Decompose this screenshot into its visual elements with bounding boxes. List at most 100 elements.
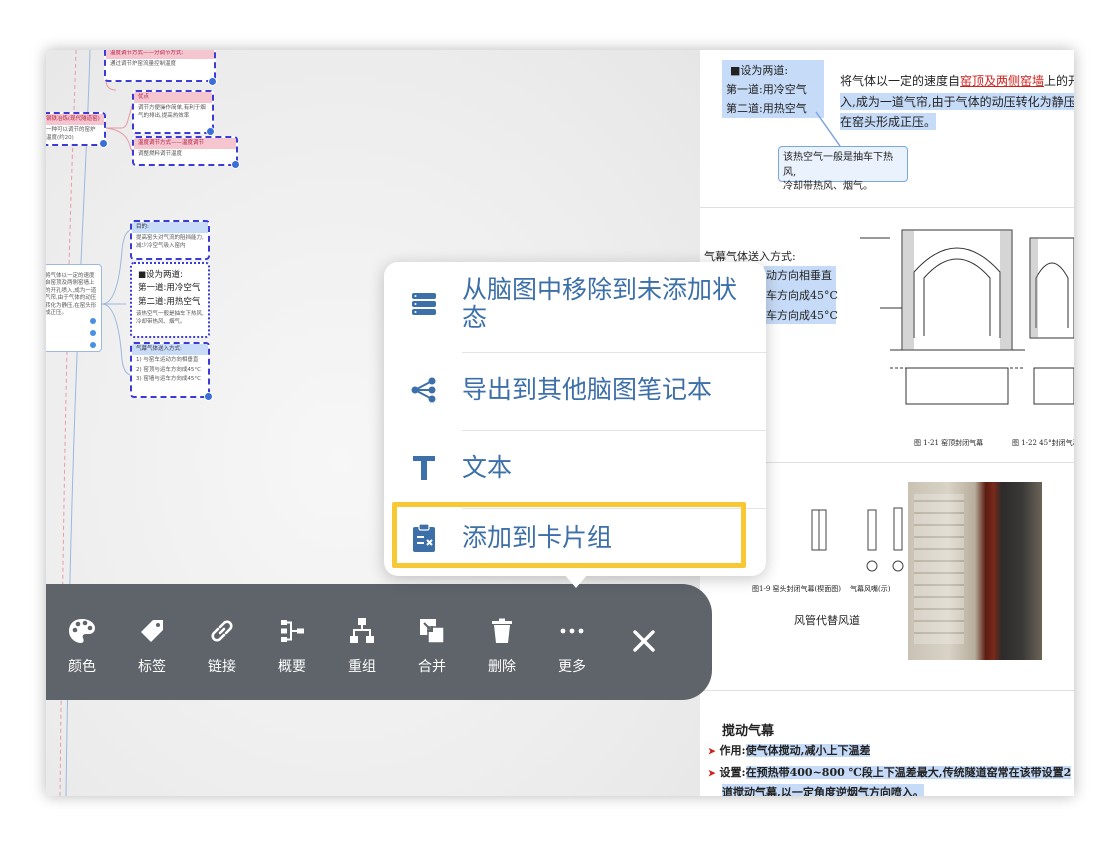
check-icon	[99, 139, 108, 148]
menu-item-remove-from-mindmap[interactable]: 从脑图中移除到未添加状态	[384, 270, 766, 338]
summary-button[interactable]: 概要	[264, 614, 320, 676]
doc-text: 动方向相垂直	[766, 269, 832, 282]
mindmap-node-two-channels[interactable]: ■设为两道: 第一道:用冷空气 第二道:用热空气 该热空气一般是抽车下热风,冷却…	[130, 262, 210, 338]
menu-divider	[462, 352, 766, 353]
merge-button[interactable]: 合并	[404, 614, 460, 676]
doc-text: 作用:	[719, 744, 746, 757]
node-body: 调整燃料调节温度	[138, 151, 183, 158]
node-title: 气幕气体送入方式:	[132, 344, 208, 356]
node-body: 提高窑头对气流的阻挡能力,减少冷空气吸入窑内	[136, 235, 204, 249]
share-nodes-icon	[410, 376, 438, 404]
menu-item-label: 导出到其他脑图笔记本	[462, 375, 713, 404]
node-line: 3) 窑墙与运车方向成45°C	[136, 376, 201, 383]
close-icon	[633, 630, 655, 652]
toolbar-label: 合并	[418, 659, 446, 675]
tag-icon	[141, 620, 163, 642]
doc-text: 车方向成45°C	[766, 289, 838, 302]
node-body: 一种可以调节的窑炉温度(约20)	[46, 127, 96, 141]
node-title: 目的:	[132, 222, 208, 234]
node-body: 调节方便操作简单,有利于烟气的排出,提高热效率	[138, 105, 206, 119]
more-button[interactable]: 更多	[544, 614, 600, 676]
menu-item-label: 从脑图中移除到未添加状态	[462, 275, 738, 332]
more-dots-icon	[560, 628, 584, 634]
doc-bullet-line: ➤ 设置:在预热带400~800 ℃段上下温差最大,传统隧道窑常在该带设置2	[708, 764, 1072, 780]
doc-text: 使气体搅动,减小上下温差	[745, 744, 871, 757]
figure-caption: 图1-9 窑头封闭气幕(楔面图)	[752, 585, 841, 593]
collapse-dot-icon[interactable]	[90, 318, 96, 324]
menu-item-label: 文本	[462, 453, 513, 482]
mindmap-node-temp-method[interactable]: 温度调节方式——分调节方式: 通过调节炉窑流量控制温度	[104, 50, 216, 82]
collapse-dot-icon[interactable]	[90, 330, 96, 336]
node-title: 温度调节方式——温度调节	[134, 138, 236, 150]
collapse-dot-icon[interactable]	[90, 342, 96, 348]
menu-item-export-mindmap[interactable]: 导出到其他脑图笔记本	[384, 360, 766, 420]
node-body: 将气体以一定的速度自窑顶及两侧窑墙上的开孔喷入,成为一道气帘,由于气体的动压转化…	[46, 273, 97, 317]
callout-line: 冷却带热风、烟气。	[783, 181, 873, 192]
node-body: 通过调节炉窑流量控制温度	[110, 61, 177, 68]
node-line: 第一道:用冷空气	[138, 283, 201, 294]
annotation-callout[interactable]: 该热空气一般是抽车下热风, 冷却带热风、烟气。	[778, 146, 908, 192]
menu-item-text[interactable]: 文本	[384, 438, 766, 498]
callout-pointer	[815, 111, 841, 147]
check-icon	[208, 77, 217, 86]
doc-text: 将气体以一定的速度自	[840, 74, 961, 88]
doc-text: 在预热带400~800 ℃段上下温差最大,传统隧道窑常在该带设置2	[745, 766, 1072, 779]
text-t-icon	[410, 454, 438, 482]
mindmap-node-purpose[interactable]: 目的: 提高窑头对气流的阻挡能力,减少冷空气吸入窑内	[130, 220, 210, 260]
app-window: 温度调节方式——分调节方式: 通过调节炉窑流量控制温度 优点 调节方便操作简单,…	[46, 50, 1074, 796]
doc-text: 第二道:用热空气	[726, 102, 807, 115]
list-stack-icon	[410, 290, 438, 318]
nozzle-drawing	[811, 507, 904, 572]
doc-text: 上的开孔	[1044, 74, 1074, 88]
doc-text-red: 窑顶及两侧窑墙	[960, 74, 1045, 88]
doc-text: 设置:	[719, 766, 746, 779]
toolbar-label: 重组	[348, 659, 376, 675]
mindmap-node-temp-type[interactable]: 温度调节方式——温度调节 调整燃料调节温度	[132, 136, 238, 166]
tag-button[interactable]: 标签	[124, 614, 180, 676]
menu-pointer	[564, 574, 588, 588]
mindmap-node-advantage[interactable]: 优点 调节方便操作简单,有利于烟气的排出,提高热效率	[132, 90, 214, 134]
doc-text: ■设为两道:	[730, 64, 789, 77]
mindmap-node-kiln[interactable]: 钢铁冶炼(现代隧道窑) 一种可以调节的窑炉温度(约20)	[46, 112, 106, 146]
figure-caption: 气幕风嘴(示)	[850, 585, 891, 593]
callout-line: 该热空气一般是抽车下热风,	[783, 152, 893, 178]
merge-icon	[420, 619, 445, 644]
page-divider	[700, 690, 1074, 691]
page-divider	[700, 207, 1074, 208]
link-icon	[211, 620, 233, 642]
check-icon	[231, 160, 240, 169]
doc-bullet-line: ➤ 作用:使气体搅动,减小上下温差	[708, 742, 871, 758]
doc-paragraph-line: 将气体以一定的速度自窑顶及两侧窑墙上的开孔	[840, 72, 1074, 89]
doc-text: 在窑头形成正压。	[840, 113, 937, 130]
trash-icon	[492, 618, 512, 643]
toolbar-label: 链接	[208, 659, 236, 675]
link-button[interactable]: 链接	[194, 614, 250, 676]
node-title: 温度调节方式——分调节方式:	[106, 50, 214, 60]
arrow-bullet-icon: ➤	[708, 769, 716, 779]
palette-icon	[69, 619, 95, 643]
kiln-photo	[908, 482, 1042, 660]
more-actions-menu: 从脑图中移除到未添加状态 导出到其他脑图笔记本 文本 添加到卡片组	[384, 262, 766, 588]
toolbar-label: 标签	[138, 659, 166, 675]
mindmap-node-curtain[interactable]: 将气体以一定的速度自窑顶及两侧窑墙上的开孔喷入,成为一道气帘,由于气体的动压转化…	[46, 264, 102, 352]
check-icon	[204, 392, 213, 401]
doc-text: 第一道:用冷空气	[726, 83, 807, 96]
toolbar-label: 概要	[278, 659, 306, 675]
close-toolbar-button[interactable]	[616, 624, 672, 658]
color-button[interactable]: 颜色	[54, 614, 110, 676]
node-line: ■设为两道:	[138, 270, 183, 280]
menu-divider	[462, 430, 766, 431]
delete-button[interactable]: 删除	[474, 614, 530, 676]
mindmap-node-send-method[interactable]: 气幕气体送入方式: 1) 与窑车运动方向相垂直 2) 窑顶与运车方向成45°C …	[130, 342, 210, 398]
node-line: 1) 与窑车运动方向相垂直	[136, 357, 199, 364]
node-body: 该热空气一般是抽车下热风,冷却带热风、烟气。	[136, 311, 204, 325]
node-title: 钢铁冶炼(现代隧道窑)	[46, 114, 104, 126]
node-line: 第二道:用热空气	[138, 296, 201, 307]
node-action-toolbar: 颜色 标签 链接 概要 重组 合并 删除 更多	[46, 584, 712, 700]
toolbar-label: 颜色	[68, 659, 96, 675]
summary-icon	[281, 620, 304, 642]
photo-caption: 风管代替风道	[794, 614, 860, 627]
node-line: 2) 窑顶与运车方向成45°C	[136, 366, 201, 373]
reorganize-button[interactable]: 重组	[334, 614, 390, 676]
reorganize-icon	[350, 618, 374, 643]
